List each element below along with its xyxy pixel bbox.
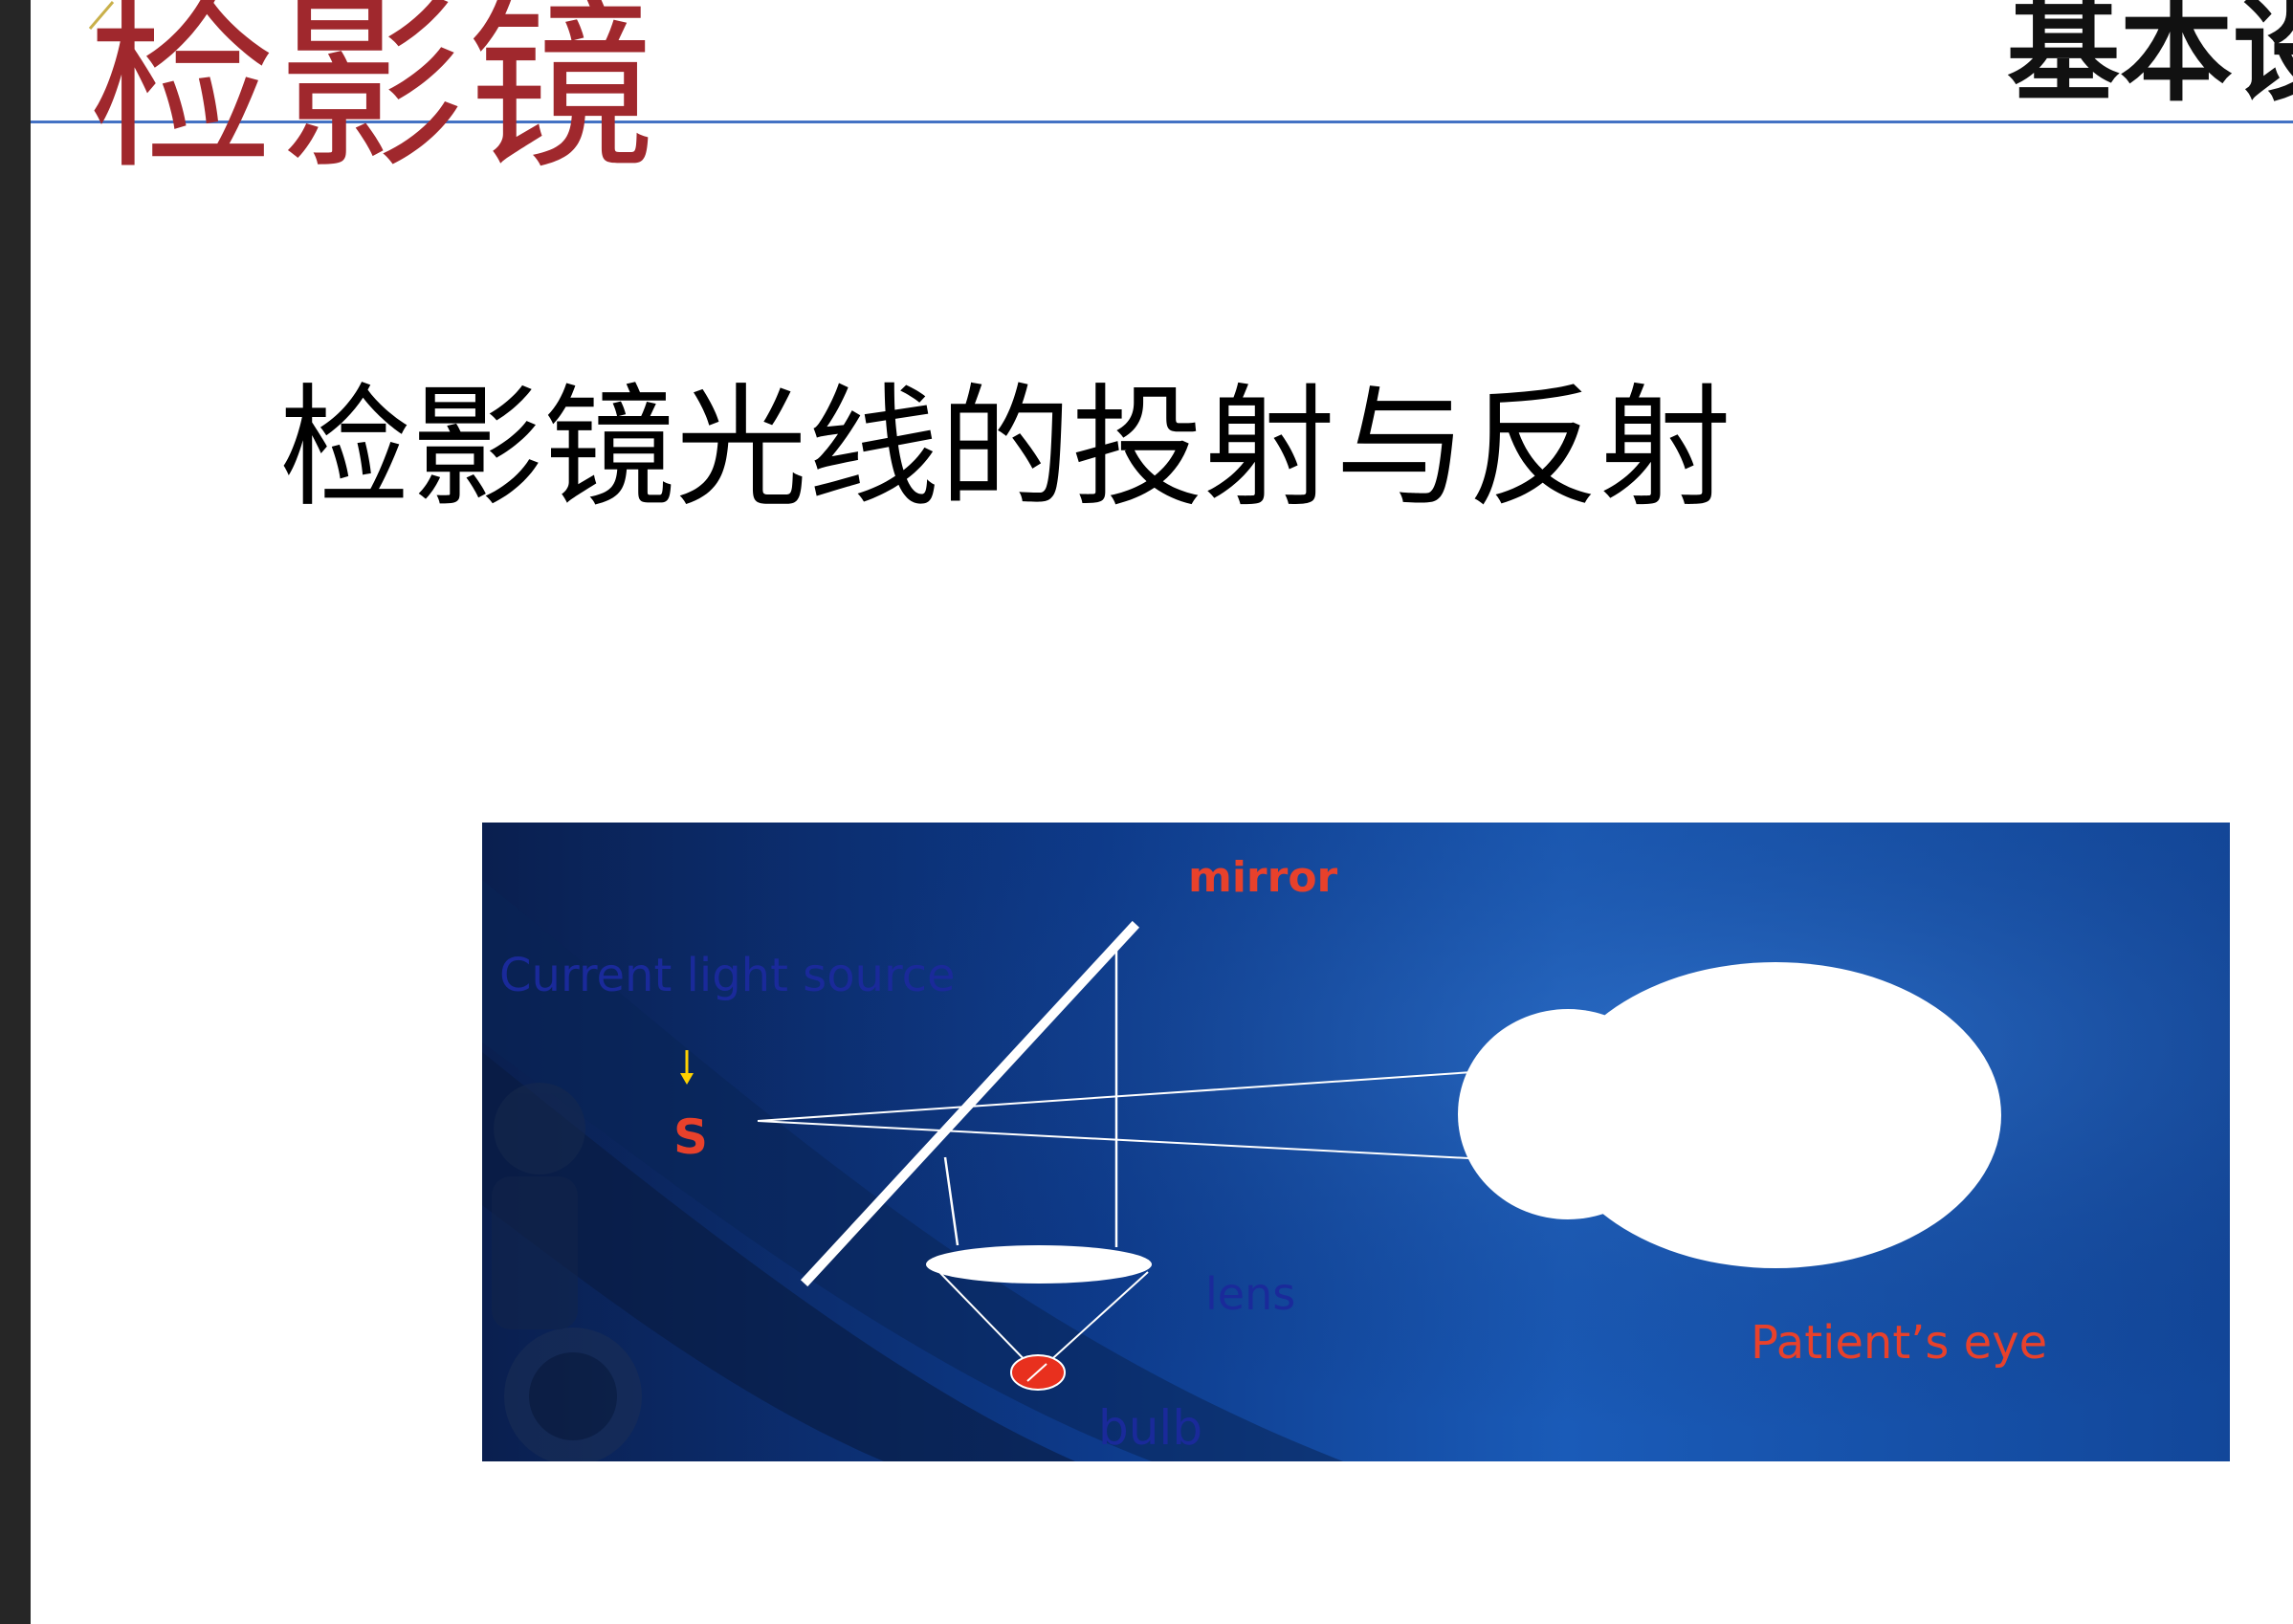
- bulb-label: bulb: [1098, 1400, 1203, 1456]
- retinoscope-diagram: mirror Current light source S lens bulb …: [482, 823, 2230, 1461]
- slide-subtitle: 检影镜光线的投射与反射: [279, 371, 1732, 525]
- mirror-label: mirror: [1188, 853, 1338, 902]
- lens-label: lens: [1205, 1268, 1296, 1320]
- slide-title: 检影镜: [88, 0, 657, 195]
- section-title: 基本设: [2007, 0, 2293, 117]
- light-source-label: Current light source: [499, 949, 956, 1002]
- lens-ellipse: [926, 1245, 1152, 1284]
- left-edge-bar: [0, 0, 31, 1624]
- slide: 检影镜 基本设 检影镜光线的投射与反射 mirror Current light…: [0, 0, 2293, 1624]
- source-point-label: S: [673, 1109, 709, 1165]
- patient-eye-label: Patient’s eye: [1751, 1316, 2048, 1370]
